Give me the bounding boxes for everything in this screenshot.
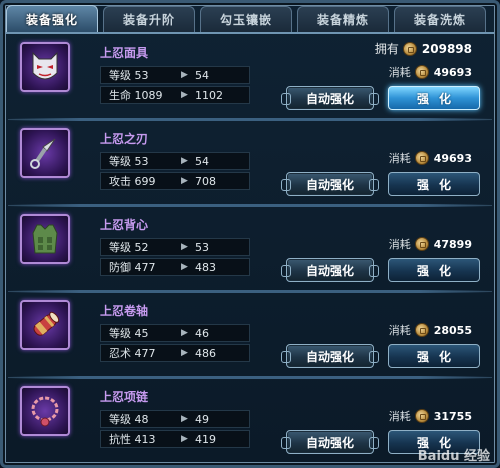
stat-current: 抗性 413 [109, 433, 156, 446]
cost-value: 49693 [433, 65, 472, 79]
coin-icon [414, 323, 429, 337]
cost: 消耗 47899 [389, 236, 472, 252]
stat-next: 486 [195, 346, 216, 360]
strengthen-button[interactable]: 强化 [388, 258, 480, 282]
strengthen-button[interactable]: 强化 [388, 344, 480, 368]
stat-next: 54 [195, 154, 209, 168]
cost-label: 消耗 [388, 152, 411, 165]
coin-icon [414, 237, 429, 251]
auto-strengthen-button[interactable]: 自动强化 [281, 258, 379, 282]
list-item: 上忍背心 等级 52 ▶ 53 防御 477 ▶ 483 消耗 47899 自动… [8, 210, 492, 293]
stat-current: 防御 477 [109, 261, 156, 274]
stat-attribute: 忍术 477 ▶ 486 [100, 344, 250, 362]
stat-current: 等级 48 [109, 413, 149, 426]
cost: 消耗 28055 [389, 322, 472, 338]
cost-value: 31755 [433, 409, 472, 423]
stat-current: 生命 1089 [109, 89, 163, 102]
strengthen-button[interactable]: 强化 [388, 172, 480, 196]
arrow-icon: ▶ [181, 328, 188, 338]
tab-equip-strengthen[interactable]: 装备强化 [6, 5, 98, 33]
vest-icon[interactable] [20, 214, 70, 264]
stat-next: 46 [195, 326, 209, 340]
arrow-icon: ▶ [181, 242, 188, 252]
stat-current: 等级 45 [109, 327, 149, 340]
cost-value: 28055 [433, 323, 472, 337]
stat-current: 等级 53 [109, 155, 149, 168]
item-name: 上忍之刃 [100, 132, 149, 146]
auto-strengthen-button[interactable]: 自动强化 [281, 430, 379, 454]
tab-bar: 装备强化 装备升阶 勾玉镶嵌 装备精炼 装备洗炼 [6, 5, 494, 33]
stat-next: 1102 [195, 88, 223, 102]
necklace-icon[interactable] [20, 386, 70, 436]
row-divider [8, 290, 492, 293]
arrow-icon: ▶ [181, 90, 188, 100]
cost: 消耗 31755 [389, 408, 472, 424]
stat-current: 等级 53 [109, 69, 149, 82]
cost-label: 消耗 [388, 238, 411, 251]
tab-equip-refine[interactable]: 装备精炼 [297, 6, 389, 32]
arrow-icon: ▶ [181, 156, 188, 166]
arrow-icon: ▶ [181, 176, 188, 186]
arrow-icon: ▶ [181, 70, 188, 80]
scroll-icon[interactable] [20, 300, 70, 350]
tab-equip-upgrade[interactable]: 装备升阶 [103, 6, 195, 32]
cost-value: 49693 [433, 151, 472, 165]
cost-label: 消耗 [388, 410, 411, 423]
auto-strengthen-button[interactable]: 自动强化 [281, 86, 379, 110]
arrow-icon: ▶ [181, 262, 188, 272]
stat-next: 49 [195, 412, 209, 426]
coin-icon [414, 65, 429, 79]
item-name: 上忍项链 [100, 390, 149, 404]
auto-strengthen-button[interactable]: 自动强化 [281, 172, 379, 196]
owned-label: 拥有 [374, 42, 399, 56]
list-item: 上忍卷轴 等级 45 ▶ 46 忍术 477 ▶ 486 消耗 28055 自动… [8, 296, 492, 379]
row-divider [8, 376, 492, 379]
stat-attribute: 抗性 413 ▶ 419 [100, 430, 250, 448]
arrow-icon: ▶ [181, 434, 188, 444]
strengthen-button[interactable]: 强化 [388, 86, 480, 110]
list-item: 上忍之刃 等级 53 ▶ 54 攻击 699 ▶ 708 消耗 49693 自动… [8, 124, 492, 207]
tab-jade-inlay[interactable]: 勾玉镶嵌 [200, 6, 292, 32]
stat-level: 等级 53 ▶ 54 [100, 66, 250, 84]
list-item: 上忍面具 等级 53 ▶ 54 生命 1089 ▶ 1102 拥有 209898… [8, 38, 492, 121]
item-name: 上忍面具 [100, 46, 149, 60]
coin-icon [414, 409, 429, 423]
item-name: 上忍卷轴 [100, 304, 149, 318]
arrow-icon: ▶ [181, 414, 188, 424]
stat-level: 等级 48 ▶ 49 [100, 410, 250, 428]
item-name: 上忍背心 [100, 218, 149, 232]
cost-label: 消耗 [388, 66, 411, 79]
stat-next: 708 [195, 174, 216, 188]
stat-attribute: 防御 477 ▶ 483 [100, 258, 250, 276]
stat-next: 54 [195, 68, 209, 82]
cost: 消耗 49693 [389, 150, 472, 166]
stat-attribute: 攻击 699 ▶ 708 [100, 172, 250, 190]
stat-current: 忍术 477 [109, 347, 156, 360]
owned-coins: 拥有 209898 [375, 40, 472, 57]
tab-equip-wash[interactable]: 装备洗炼 [394, 6, 486, 32]
row-divider [8, 204, 492, 207]
owned-value: 209898 [421, 41, 472, 56]
watermark: Baidu 经验 [417, 449, 490, 464]
tab-underline [6, 32, 494, 34]
stat-current: 攻击 699 [109, 175, 156, 188]
cost: 消耗 49693 [389, 64, 472, 80]
arrow-icon: ▶ [181, 348, 188, 358]
stat-level: 等级 45 ▶ 46 [100, 324, 250, 342]
stat-next: 483 [195, 260, 216, 274]
stat-level: 等级 52 ▶ 53 [100, 238, 250, 256]
coin-icon [414, 151, 429, 165]
cost-label: 消耗 [388, 324, 411, 337]
stat-next: 53 [195, 240, 209, 254]
stat-attribute: 生命 1089 ▶ 1102 [100, 86, 250, 104]
stat-next: 419 [195, 432, 216, 446]
cost-value: 47899 [433, 237, 472, 251]
auto-strengthen-button[interactable]: 自动强化 [281, 344, 379, 368]
kunai-icon[interactable] [20, 128, 70, 178]
coin-icon [402, 41, 417, 56]
stat-current: 等级 52 [109, 241, 149, 254]
row-divider [8, 118, 492, 121]
stat-level: 等级 53 ▶ 54 [100, 152, 250, 170]
mask-icon[interactable] [20, 42, 70, 92]
